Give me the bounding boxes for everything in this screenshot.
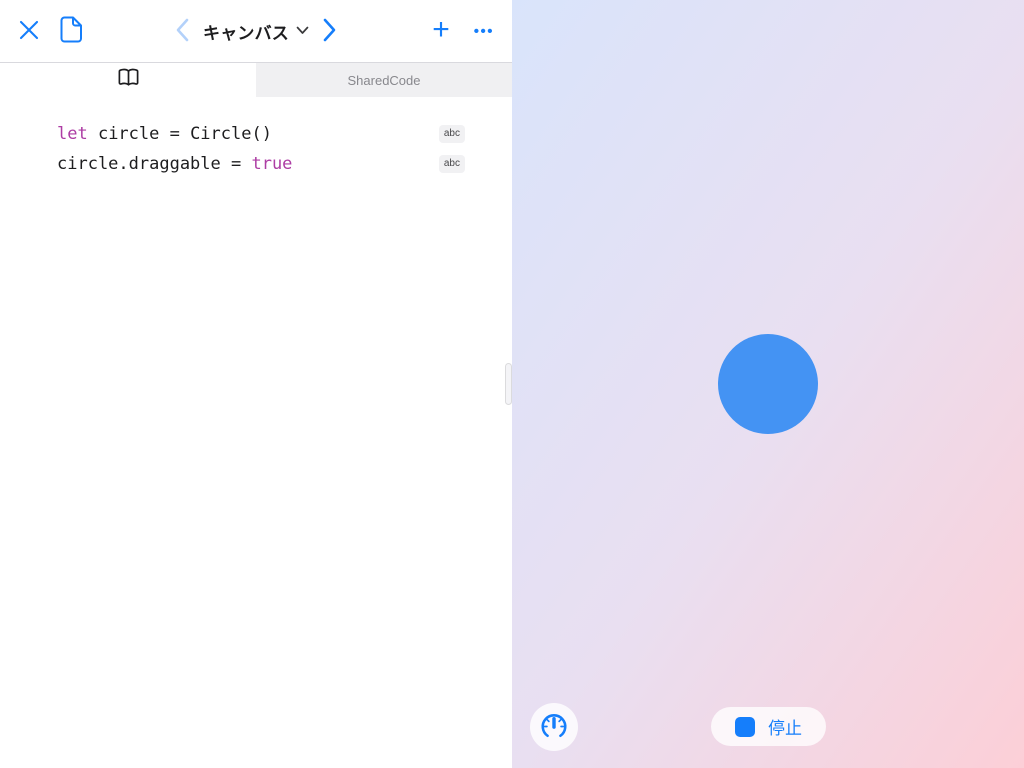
new-document-button[interactable] [60, 16, 83, 46]
result-badge[interactable]: abc [438, 155, 465, 173]
close-icon [18, 19, 40, 44]
ellipsis-icon: ••• [473, 22, 494, 40]
run-speed-button[interactable] [530, 703, 578, 751]
plus-icon: + [432, 12, 450, 46]
more-options-button[interactable]: ••• [474, 24, 494, 39]
draggable-circle[interactable] [718, 334, 818, 434]
chevron-down-icon [296, 22, 309, 40]
page-title: キャンバス [203, 23, 289, 43]
swift-playgrounds-window: キャンバス + ••• SharedCode let circle = Circ… [0, 0, 1024, 768]
gauge-icon [539, 711, 569, 744]
code-text: circle.draggable = true [57, 154, 293, 174]
code-text: let circle = Circle() [57, 124, 272, 144]
stop-square-icon [735, 716, 755, 737]
stop-button-label: 停止 [768, 719, 802, 738]
page-title-menu[interactable]: キャンバス [203, 19, 309, 44]
toolbar-center-group: キャンバス [148, 18, 364, 45]
add-button[interactable]: + [432, 12, 450, 46]
tab-sharedcode-label: SharedCode [347, 72, 421, 88]
back-page-button[interactable] [175, 18, 189, 45]
code-editor-pane: キャンバス + ••• SharedCode let circle = Circ… [0, 0, 512, 768]
toolbar: キャンバス + ••• [0, 0, 512, 62]
tab-guide[interactable] [0, 63, 256, 97]
editor-tabbar: SharedCode [0, 62, 512, 97]
document-icon [60, 16, 83, 46]
toolbar-right-group: + ••• [364, 12, 494, 46]
forward-page-button[interactable] [323, 18, 337, 45]
chevron-right-icon [323, 18, 337, 45]
book-icon [117, 68, 140, 92]
tab-sharedcode[interactable]: SharedCode [256, 63, 512, 97]
result-badge[interactable]: abc [438, 125, 465, 143]
code-editor[interactable]: let circle = Circle() abc circle.draggab… [0, 97, 512, 768]
chevron-left-icon [175, 18, 189, 45]
toolbar-left-group [18, 16, 148, 46]
code-line-2[interactable]: circle.draggable = true abc [0, 149, 512, 179]
stop-button[interactable]: 停止 [711, 707, 826, 746]
live-view-canvas: 停止 [512, 0, 1024, 768]
code-line-1[interactable]: let circle = Circle() abc [0, 119, 512, 149]
pane-resize-handle[interactable] [505, 363, 512, 405]
close-button[interactable] [18, 19, 40, 44]
